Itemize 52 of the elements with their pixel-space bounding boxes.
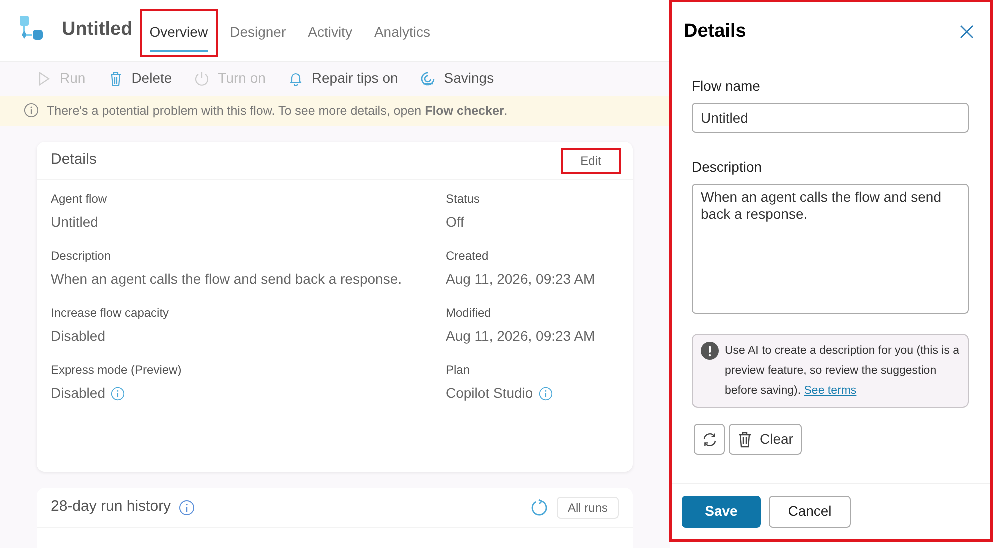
trash-icon <box>738 432 752 448</box>
description-field[interactable]: When an agent calls the flow and send back a response. <box>692 184 969 314</box>
field-value: Disabled <box>51 327 106 346</box>
toolbar-button[interactable]: Delete <box>108 68 172 90</box>
field-label: Express mode (Preview) <box>51 362 183 379</box>
edit-button[interactable]: Edit <box>563 150 619 172</box>
flow-name-field[interactable]: Untitled <box>692 103 969 133</box>
warning-message: There's a potential problem with this flow. To see more details, open Flow checker. <box>47 102 508 120</box>
toolbar-button[interactable]: Repair tips on <box>288 68 398 90</box>
all-runs-button[interactable]: All runs <box>556 496 619 518</box>
field-value: Aug 11, 2026, 09:23 AM <box>446 270 596 289</box>
refresh-icon <box>702 432 718 448</box>
field-value: When an agent calls the flow and send back a response. <box>51 270 402 289</box>
bell-icon <box>288 70 304 87</box>
field-value: Disabled <box>51 384 106 403</box>
field-label: Modified <box>446 305 492 322</box>
panel-title: Details <box>684 20 746 44</box>
field-label: Flow name <box>692 77 762 96</box>
tab[interactable]: Analytics <box>366 10 438 54</box>
info-icon[interactable] <box>111 386 126 400</box>
alert-icon <box>701 342 719 360</box>
save-button[interactable]: Save <box>682 496 761 528</box>
close-icon[interactable] <box>960 25 974 39</box>
field-label: Created <box>446 248 490 265</box>
field-label: Increase flow capacity <box>51 305 170 322</box>
refresh-icon[interactable] <box>530 498 549 516</box>
field-value: Aug 11, 2026, 09:23 AM <box>446 327 596 346</box>
field-label: Description <box>51 248 112 265</box>
field-value: Copilot Studio <box>446 384 534 403</box>
toolbar-button[interactable]: Savings <box>420 68 494 90</box>
field-value: Untitled <box>51 213 98 232</box>
info-icon <box>24 103 39 118</box>
info-icon[interactable] <box>179 500 196 516</box>
tab[interactable]: Overview <box>142 10 216 54</box>
field-value: Off <box>446 213 464 232</box>
card-title: Details <box>51 150 97 170</box>
cancel-button[interactable]: Cancel <box>769 496 851 528</box>
ai-notice-text: Use AI to create a description for you (this is a preview feature, so review the suggestion before saving). See terms <box>725 344 960 399</box>
field-label: Agent flow <box>51 191 108 208</box>
swirl-icon <box>420 70 436 87</box>
see-terms-link[interactable]: See terms <box>804 385 857 397</box>
card-title: 28-day run history <box>51 497 172 518</box>
regenerate-button[interactable] <box>694 424 725 455</box>
field-label: Plan <box>446 362 472 379</box>
info-icon[interactable] <box>539 386 554 400</box>
field-label: Description <box>692 158 764 177</box>
tab[interactable]: Activity <box>300 10 360 54</box>
power-icon <box>194 70 210 87</box>
tab[interactable]: Designer <box>222 10 294 54</box>
field-label: Status <box>446 191 482 208</box>
flow-title: Untitled <box>62 18 133 42</box>
clear-button[interactable]: Clear <box>729 424 802 455</box>
